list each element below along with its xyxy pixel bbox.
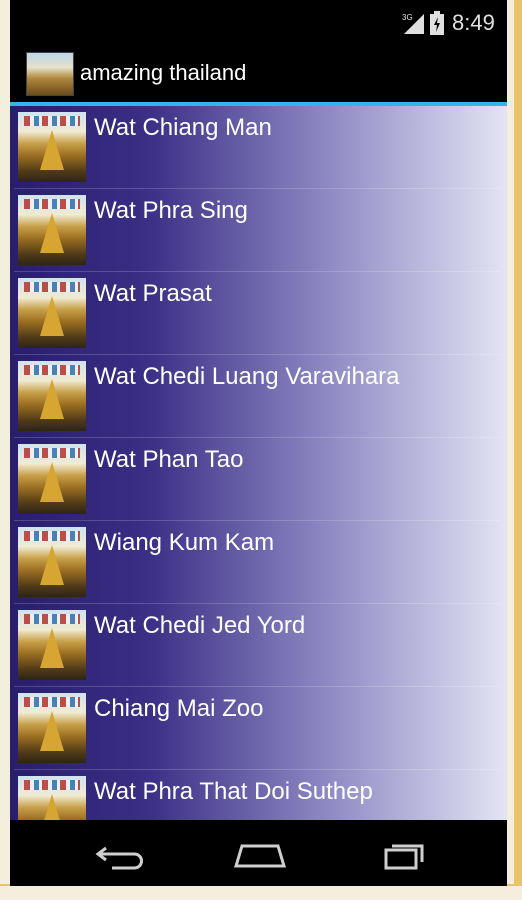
list-item[interactable]: Chiang Mai Zoo [10, 687, 507, 770]
list-item-label: Chiang Mai Zoo [94, 695, 264, 722]
device-screen: 3G 8:49 amazing thailand Wat Chiang Man … [10, 0, 507, 886]
temple-thumbnail [18, 361, 86, 431]
navigation-bar [10, 820, 507, 886]
temple-thumbnail [18, 444, 86, 514]
temple-thumbnail [18, 278, 86, 348]
list-item-label: Wiang Kum Kam [94, 529, 275, 556]
temple-thumbnail [18, 693, 86, 763]
list-item-label: Wat Chedi Jed Yord [94, 612, 306, 639]
list-item[interactable]: Wat Chedi Jed Yord [10, 604, 507, 687]
list-item[interactable]: Wiang Kum Kam [10, 521, 507, 604]
status-time: 8:49 [452, 10, 495, 35]
attractions-list: Wat Chiang Man Wat Phra Sing Wat Prasat … [10, 106, 507, 820]
list-item[interactable]: Wat Prasat [10, 272, 507, 355]
status-bar: 3G 8:49 [10, 0, 507, 44]
battery-icon [430, 11, 444, 35]
temple-thumbnail [18, 112, 86, 182]
list-item-label: Wat Phan Tao [94, 446, 244, 473]
temple-thumbnail [18, 610, 86, 680]
temple-thumbnail [18, 527, 86, 597]
signal-icon: 3G [402, 13, 424, 34]
temple-thumbnail [18, 195, 86, 265]
list-item[interactable]: Wat Chedi Luang Varavihara [10, 355, 507, 438]
back-icon[interactable] [92, 838, 152, 872]
list-item-label: Wat Prasat [94, 280, 212, 307]
list-item-label: Wat Phra Sing [94, 197, 248, 224]
app-title: amazing thailand [80, 60, 247, 85]
frame-border-right [514, 0, 522, 900]
action-bar: amazing thailand [10, 44, 507, 102]
list-item-label: Wat Phra That Doi Suthep [94, 778, 373, 805]
list-item[interactable]: Wat Chiang Man [10, 106, 507, 189]
network-type: 3G [402, 13, 413, 22]
app-icon[interactable] [26, 52, 74, 96]
list-item-label: Wat Chedi Luang Varavihara [94, 363, 400, 390]
list-item[interactable]: Wat Phan Tao [10, 438, 507, 521]
recent-apps-icon[interactable] [370, 838, 430, 872]
list-item[interactable]: Wat Phra Sing [10, 189, 507, 272]
list-item-label: Wat Chiang Man [94, 114, 272, 141]
temple-thumbnail [18, 776, 86, 820]
list-item[interactable]: Wat Phra That Doi Suthep [10, 770, 507, 820]
home-icon[interactable] [230, 838, 290, 872]
frame-border-bottom [0, 884, 522, 900]
